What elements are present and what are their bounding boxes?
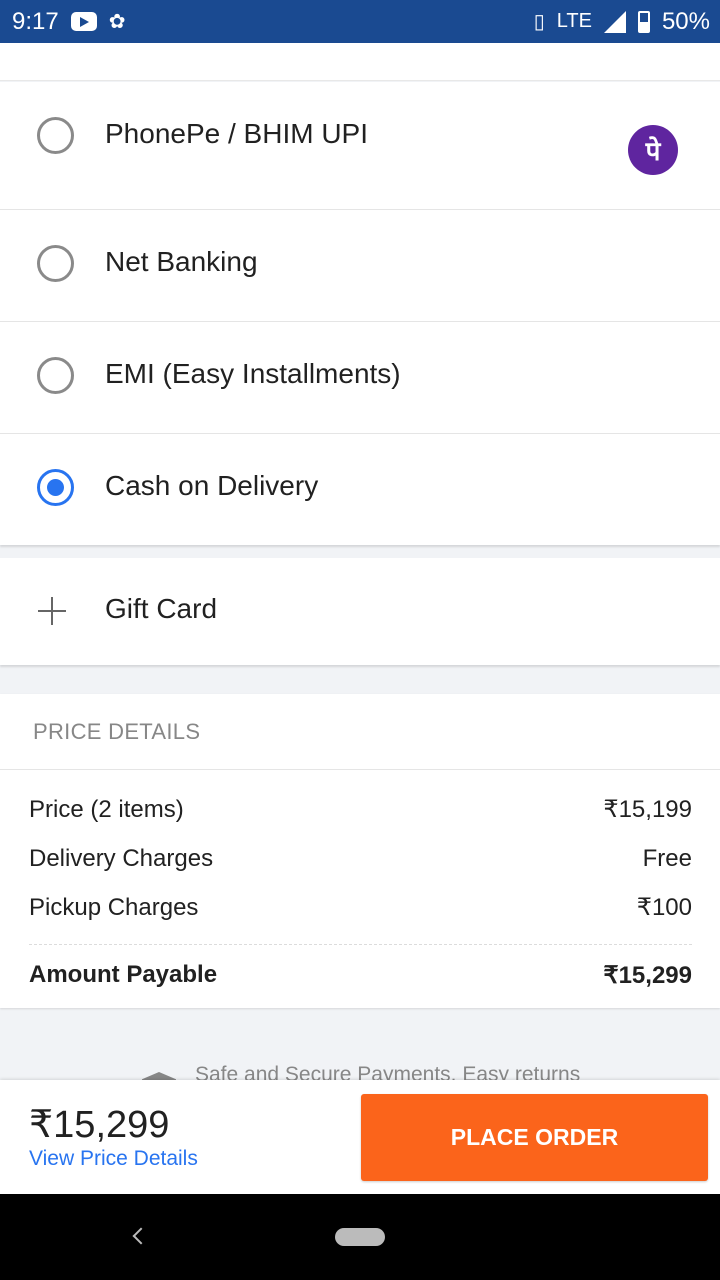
price-details-card: PRICE DETAILS Price (2 items) ₹15,199 De… [0,694,720,1008]
status-time: 9:17 [12,7,59,35]
divider [29,944,692,945]
price-row-value: ₹15,199 [603,796,692,823]
battery-icon [637,10,650,33]
youtube-icon [70,12,97,31]
price-row-value: ₹100 [636,894,692,921]
status-left: 9:17 ✿ [12,8,125,36]
amount-payable-value: ₹15,299 [603,961,692,989]
price-row-label: Price (2 items) [29,795,184,823]
price-row: Delivery Charges Free [29,834,692,883]
price-details-header: PRICE DETAILS [0,694,720,770]
price-row-label: Delivery Charges [29,844,214,872]
payment-option-label: EMI (Easy Installments) [105,358,401,389]
price-row-value: Free [642,844,692,872]
price-row-label: Pickup Charges [29,893,199,921]
back-icon[interactable] [131,1227,145,1247]
network-type: LTE [556,10,592,32]
checkout-bottom-bar: ₹15,299 View Price Details PLACE ORDER [0,1080,720,1194]
payment-option-label: Cash on Delivery [105,470,319,501]
status-right: ▯ LTE 50% [534,8,710,36]
amount-payable-label: Amount Payable [29,961,218,988]
phonepe-logo: पे [628,125,678,175]
radio-button[interactable] [37,245,74,282]
payment-option-net-banking[interactable]: Net Banking [0,210,720,322]
top-strip [0,43,720,81]
price-row: Pickup Charges ₹100 [29,883,692,932]
radio-button-selected[interactable] [37,469,74,506]
signal-icon [603,10,626,33]
status-bar: 9:17 ✿ ▯ LTE 50% [0,0,720,43]
price-rows: Price (2 items) ₹15,199 Delivery Charges… [0,770,720,1004]
gift-card-row[interactable]: Gift Card [0,558,720,665]
payment-option-label: Net Banking [105,246,258,277]
price-row: Price (2 items) ₹15,199 [29,785,692,834]
home-button[interactable] [335,1228,385,1246]
place-order-button[interactable]: PLACE ORDER [361,1094,708,1181]
payment-option-cod[interactable]: Cash on Delivery [0,434,720,545]
radio-button[interactable] [37,117,74,154]
battery-level: 50% [661,7,710,35]
payment-option-label: PhonePe / BHIM UPI [105,118,369,149]
gift-card-label: Gift Card [105,593,218,624]
payment-option-emi[interactable]: EMI (Easy Installments) [0,322,720,434]
vibrate-icon: ▯ [533,11,545,33]
amount-payable-row: Amount Payable ₹15,299 [29,946,692,1004]
notification-icon: ✿ [108,11,126,33]
view-price-details-link[interactable]: View Price Details [29,1147,198,1171]
plus-icon [38,596,68,626]
total-amount: ₹15,299 [29,1104,170,1146]
radio-button[interactable] [37,357,74,394]
payment-options-list: PhonePe / BHIM UPI पे Net Banking EMI (E… [0,82,720,545]
payment-option-phonepe[interactable]: PhonePe / BHIM UPI पे [0,82,720,210]
